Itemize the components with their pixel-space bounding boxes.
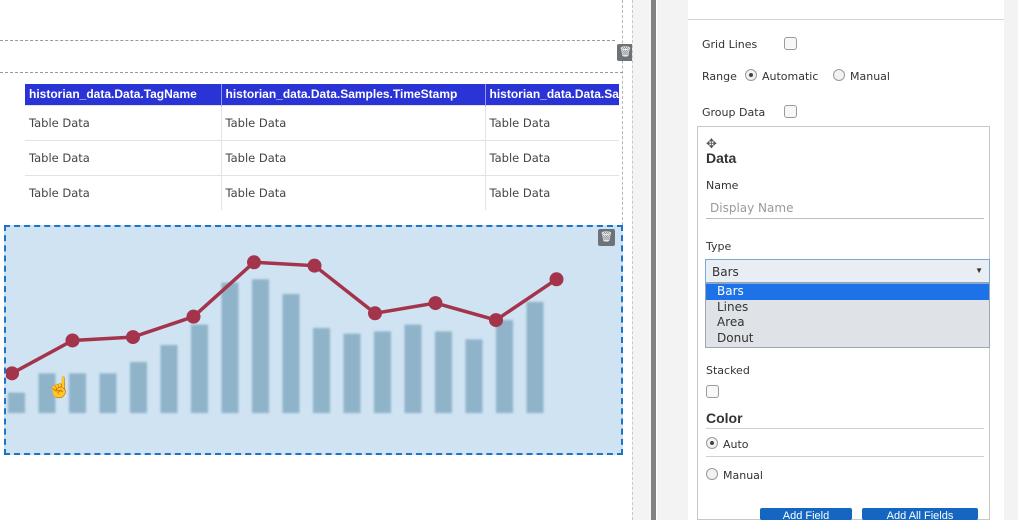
range-automatic-radio[interactable]	[745, 69, 757, 81]
table-row: Table Data Table Data Table Data	[25, 139, 619, 175]
range-automatic-label: Automatic	[762, 70, 819, 83]
chart-bar	[404, 324, 422, 413]
table-widget[interactable]: historian_data.Data.TagName historian_da…	[0, 72, 623, 292]
chart-bar	[465, 339, 483, 413]
hand-pointer-icon: ☝	[47, 377, 72, 399]
range-manual-label: Manual	[850, 70, 890, 83]
chart-bar	[252, 279, 269, 413]
grid-lines-checkbox[interactable]	[784, 37, 797, 50]
table-header-row: historian_data.Data.TagName historian_da…	[25, 84, 619, 105]
chart-bar	[130, 362, 147, 413]
color-auto-radio[interactable]	[706, 437, 718, 449]
type-option-bars[interactable]: Bars	[706, 284, 989, 300]
range-label: Range	[702, 70, 737, 83]
data-table: historian_data.Data.TagName historian_da…	[25, 84, 619, 210]
chart-point	[126, 330, 140, 345]
dashboard-canvas: 🗑 historian_data.Data.TagName historian_…	[0, 0, 634, 520]
chart-bar	[191, 324, 208, 413]
chart-point	[549, 272, 564, 287]
table-cell: Table Data	[25, 174, 222, 210]
display-name-input[interactable]	[706, 197, 984, 219]
trash-icon[interactable]: 🗑	[598, 229, 615, 246]
table-cell: Table Data	[485, 104, 619, 140]
chart-bar	[282, 294, 300, 413]
color-section-title: Color	[706, 410, 743, 426]
table-cell: Table Data	[221, 174, 486, 210]
add-field-button[interactable]: Add Field	[760, 508, 852, 520]
chart-bar	[313, 328, 330, 413]
table-cell: Table Data	[25, 139, 222, 175]
type-option-lines[interactable]: Lines	[706, 300, 989, 316]
properties-panel: Grid Lines Range Automatic Manual Group …	[657, 0, 1018, 520]
table-row: Table Data Table Data Table Data	[25, 104, 619, 140]
table-cell: Table Data	[485, 174, 619, 210]
chart-widget[interactable]: 🗑 ☝	[4, 225, 623, 455]
type-option-area[interactable]: Area	[706, 315, 989, 331]
table-row: Table Data Table Data Table Data	[25, 174, 619, 210]
chart-point	[489, 313, 503, 328]
chart-preview	[6, 255, 564, 413]
column-header[interactable]: historian_data.Data.Samples.TimeStamp	[221, 84, 486, 105]
properties-panel-body: Grid Lines Range Automatic Manual Group …	[688, 0, 1004, 520]
type-label: Type	[706, 240, 732, 253]
stacked-checkbox[interactable]	[706, 385, 719, 398]
color-auto-label: Auto	[723, 438, 749, 451]
table-cell: Table Data	[221, 104, 486, 140]
widget-boundary	[0, 40, 615, 41]
chart-point	[6, 366, 19, 381]
chart-bar	[221, 282, 239, 413]
range-manual-radio[interactable]	[833, 69, 845, 81]
table-cell: Table Data	[221, 139, 486, 175]
chart-point	[65, 333, 80, 348]
type-option-donut[interactable]: Donut	[706, 331, 989, 347]
chart-point	[186, 309, 201, 324]
chart-point	[247, 255, 261, 270]
table-cell: Table Data	[25, 104, 222, 140]
chart-bar	[160, 345, 178, 413]
type-select[interactable]: Bars ▼	[705, 259, 990, 283]
color-manual-label: Manual	[723, 469, 763, 482]
divider	[706, 456, 984, 457]
panel-splitter[interactable]	[632, 0, 656, 520]
chart-point	[368, 306, 382, 321]
group-data-checkbox[interactable]	[784, 105, 797, 118]
chart-bar	[99, 373, 117, 413]
name-label: Name	[706, 179, 739, 192]
column-header[interactable]: historian_data.Data.Samples.Value	[485, 84, 619, 105]
chart-point	[428, 296, 443, 311]
table-cell: Table Data	[485, 139, 619, 175]
chart-point	[307, 258, 322, 273]
column-header[interactable]: historian_data.Data.TagName	[25, 84, 222, 105]
chart-bar	[8, 392, 25, 413]
data-section: ✥ Data Name Type Bars ▼ Bars Lines Area …	[697, 126, 990, 520]
type-dropdown-list: Bars Lines Area Donut	[705, 283, 990, 348]
chart-bar	[526, 301, 544, 413]
add-all-fields-button[interactable]: Add All Fields	[862, 508, 978, 520]
group-data-label: Group Data	[702, 106, 766, 119]
type-select-value: Bars	[712, 265, 739, 279]
chart-bar	[343, 333, 361, 413]
chart-bar	[374, 331, 391, 413]
chevron-down-icon: ▼	[975, 266, 983, 275]
divider	[688, 19, 1004, 20]
chart-bar	[496, 320, 513, 413]
stacked-label: Stacked	[706, 364, 750, 377]
data-section-title: Data	[706, 150, 737, 166]
divider	[706, 428, 984, 429]
splitter-handle[interactable]	[651, 0, 656, 520]
grid-lines-label: Grid Lines	[702, 38, 758, 51]
color-manual-radio[interactable]	[706, 468, 718, 480]
chart-bar	[435, 331, 452, 413]
